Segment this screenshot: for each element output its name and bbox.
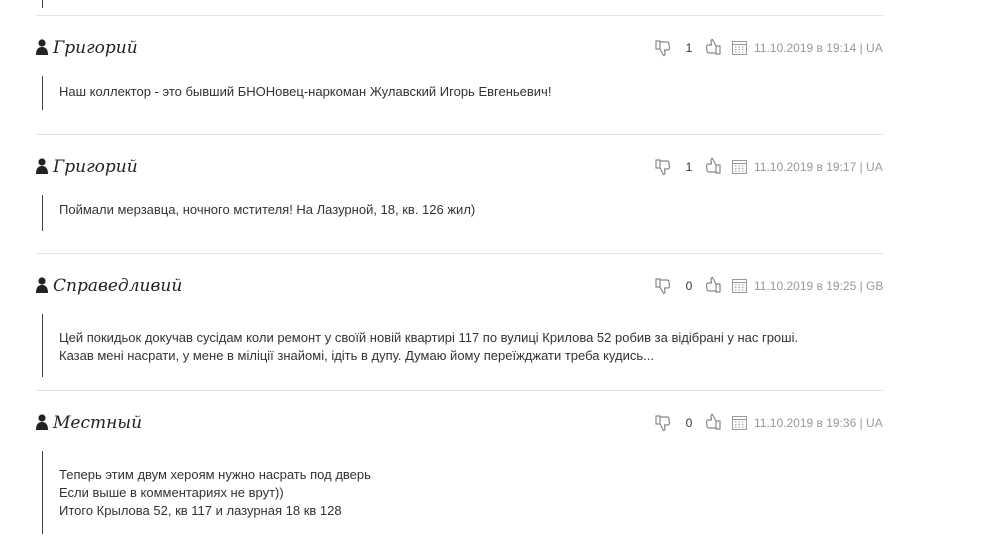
thumbs-up-icon[interactable] xyxy=(704,38,722,56)
calendar-icon xyxy=(732,415,747,430)
thumbs-up-icon[interactable] xyxy=(704,157,722,175)
comment-header: Местный 0 11.10.2019 в 19:36 | UA xyxy=(36,409,883,439)
comment-date: 11.10.2019 в 19:17 | UA xyxy=(754,160,883,174)
comment-header: Справедливий 0 11.10.2019 в 19:25 | GB xyxy=(36,272,883,302)
calendar-icon xyxy=(732,40,747,55)
comment-text-line: Наш коллектор - это бывший БНОНовец-нарк… xyxy=(59,84,552,99)
comment-divider xyxy=(36,390,883,391)
comment: Григорий 1 11.10.2019 в 19:14 | UA Наш к… xyxy=(36,34,883,110)
comment-divider xyxy=(36,134,883,135)
comment-text-line: Если выше в комментариях не врут)) xyxy=(59,485,284,500)
calendar-icon xyxy=(732,278,747,293)
comment-author: Григорий xyxy=(53,38,138,58)
comment-date: 11.10.2019 в 19:14 | UA xyxy=(754,41,883,55)
comment-text-line: Теперь этим двум хероям нужно насрать по… xyxy=(59,467,371,482)
comment-meta: 0 11.10.2019 в 19:25 | GB xyxy=(654,276,883,296)
comment-divider xyxy=(36,15,883,16)
thumbs-down-icon[interactable] xyxy=(654,39,672,57)
comment-meta: 1 11.10.2019 в 19:17 | UA xyxy=(654,157,883,177)
vote-count: 0 xyxy=(685,279,693,293)
vote-count: 1 xyxy=(685,160,693,174)
thumbs-down-icon[interactable] xyxy=(654,277,672,295)
comment-meta: 0 11.10.2019 в 19:36 | UA xyxy=(654,413,883,433)
vote-count: 0 xyxy=(685,416,693,430)
comment-meta: 1 11.10.2019 в 19:14 | UA xyxy=(654,38,883,58)
comment-author: Справедливий xyxy=(53,276,183,296)
comment-author: Григорий xyxy=(53,157,138,177)
user-icon xyxy=(36,414,48,430)
comment-date: 11.10.2019 в 19:25 | GB xyxy=(754,279,884,293)
comment: Григорий 1 11.10.2019 в 19:17 | UA Пойма… xyxy=(36,153,883,231)
previous-comment-border xyxy=(42,0,43,8)
comment-body: Поймали мерзавца, ночного мстителя! На Л… xyxy=(42,195,475,231)
comment-header: Григорий 1 11.10.2019 в 19:17 | UA xyxy=(36,153,883,183)
user-icon xyxy=(36,158,48,174)
comment: Местный 0 11.10.2019 в 19:36 | UA Теперь… xyxy=(36,409,883,534)
user-icon xyxy=(36,39,48,55)
thumbs-down-icon[interactable] xyxy=(654,158,672,176)
thumbs-down-icon[interactable] xyxy=(654,414,672,432)
comment-text-line: Поймали мерзавца, ночного мстителя! На Л… xyxy=(59,202,476,217)
comment-text-line: Цей покидьок докучав сусідам коли ремонт… xyxy=(59,330,799,345)
comment-header: Григорий 1 11.10.2019 в 19:14 | UA xyxy=(36,34,883,64)
comment: Справедливий 0 11.10.2019 в 19:25 | GB Ц… xyxy=(36,272,883,377)
comment-date: 11.10.2019 в 19:36 | UA xyxy=(754,416,883,430)
comment-text-line: Казав мені насрати, у мене в міліції зна… xyxy=(59,348,654,363)
comment-body: Теперь этим двум хероям нужно насрать по… xyxy=(42,451,371,534)
calendar-icon xyxy=(732,159,747,174)
comment-author: Местный xyxy=(53,413,143,433)
vote-count: 1 xyxy=(685,41,693,55)
thumbs-up-icon[interactable] xyxy=(704,413,722,431)
comment-divider xyxy=(36,253,883,254)
thumbs-up-icon[interactable] xyxy=(704,276,722,294)
comment-text-line: Итого Крылова 52, кв 117 и лазурная 18 к… xyxy=(59,503,342,518)
comment-body: Наш коллектор - это бывший БНОНовец-нарк… xyxy=(42,76,551,110)
user-icon xyxy=(36,277,48,293)
comment-body: Цей покидьок докучав сусідам коли ремонт… xyxy=(42,314,798,377)
